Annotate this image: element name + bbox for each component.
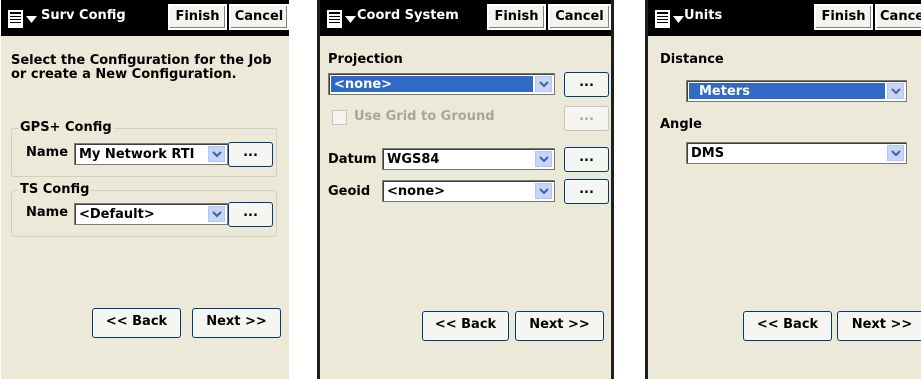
title-bar: Surv Config Finish Cancel xyxy=(1,0,289,36)
gps-config-more-button[interactable]: ... xyxy=(228,142,273,167)
page-title: Coord System xyxy=(357,8,459,23)
select-value: DMS xyxy=(691,146,725,161)
chevron-down-icon xyxy=(212,151,222,158)
page-content: Select the Configuration for the Job or … xyxy=(1,38,289,379)
datum-label: Datum xyxy=(328,152,377,167)
title-bar: Coord System Finish Cancel xyxy=(320,0,611,36)
cancel-button[interactable]: Cancel xyxy=(229,4,289,30)
select-value: <none> xyxy=(387,184,446,199)
group-label: TS Config xyxy=(18,182,92,197)
dropdown-arrow[interactable] xyxy=(887,83,904,99)
surv-config-screen: Surv Config Finish Cancel Select the Con… xyxy=(1,0,289,379)
chevron-down-icon xyxy=(539,156,549,163)
name-label: Name xyxy=(26,145,69,160)
select-value: My Network RTI xyxy=(79,147,195,162)
datum-more-button[interactable]: ... xyxy=(564,147,609,172)
chevron-down-icon xyxy=(212,211,222,218)
page-content: Projection <none> ... Use Grid to Ground… xyxy=(320,38,611,379)
finish-button[interactable]: Finish xyxy=(814,4,873,30)
next-button[interactable]: Next >> xyxy=(515,311,604,341)
dropdown-arrow[interactable] xyxy=(535,183,552,199)
grid-to-ground-label: Use Grid to Ground xyxy=(354,109,495,124)
dropdown-arrow[interactable] xyxy=(535,151,552,167)
dropdown-arrow[interactable] xyxy=(208,146,225,162)
cancel-button[interactable]: Cance xyxy=(875,4,921,30)
distance-label: Distance xyxy=(660,52,724,67)
back-button[interactable]: << Back xyxy=(422,311,509,341)
angle-select[interactable]: DMS xyxy=(686,142,907,164)
back-button[interactable]: << Back xyxy=(92,308,181,338)
dropdown-arrow[interactable] xyxy=(535,76,552,92)
page-title: Surv Config xyxy=(41,8,126,23)
geoid-label: Geoid xyxy=(328,184,371,199)
gps-config-select[interactable]: My Network RTI xyxy=(74,143,228,165)
menu-icon xyxy=(8,10,37,28)
projection-label: Projection xyxy=(328,52,403,67)
start-menu-button[interactable] xyxy=(7,9,43,30)
projection-select[interactable]: <none> xyxy=(328,73,555,95)
grid-to-ground-checkbox[interactable] xyxy=(332,110,347,125)
finish-button[interactable]: Finish xyxy=(487,4,546,30)
grid-more-button[interactable]: ... xyxy=(564,106,609,131)
ts-config-more-button[interactable]: ... xyxy=(228,202,273,227)
datum-select[interactable]: WGS84 xyxy=(382,148,555,170)
select-value: WGS84 xyxy=(387,152,440,167)
back-button[interactable]: << Back xyxy=(743,311,832,341)
chevron-down-icon xyxy=(891,88,901,95)
next-button[interactable]: Next >> xyxy=(192,308,281,338)
name-label: Name xyxy=(26,205,69,220)
page-content: Distance Meters Angle DMS << Back Next >… xyxy=(648,38,921,379)
dropdown-arrow[interactable] xyxy=(208,206,225,222)
chevron-down-icon xyxy=(539,81,549,88)
finish-button[interactable]: Finish xyxy=(168,4,227,30)
geoid-select[interactable]: <none> xyxy=(382,180,555,202)
instructions-text: Select the Configuration for the Job or … xyxy=(11,53,272,82)
page-title: Units xyxy=(684,8,723,23)
next-button[interactable]: Next >> xyxy=(837,311,921,341)
geoid-more-button[interactable]: ... xyxy=(564,179,609,204)
ts-config-group: TS Config Name <Default> ... xyxy=(11,182,277,237)
cancel-button[interactable]: Cancel xyxy=(548,4,611,30)
title-bar: Units Finish Cance xyxy=(648,0,921,36)
group-label: GPS+ Config xyxy=(18,120,114,135)
units-screen: Units Finish Cance Distance Meters Angle… xyxy=(645,0,921,379)
select-value: <Default> xyxy=(79,207,155,222)
dropdown-arrow[interactable] xyxy=(887,145,904,161)
chevron-down-icon xyxy=(539,188,549,195)
gps-config-group: GPS+ Config Name My Network RTI ... xyxy=(11,120,277,177)
chevron-down-icon xyxy=(891,150,901,157)
projection-more-button[interactable]: ... xyxy=(564,72,609,97)
select-value: Meters xyxy=(689,83,885,99)
select-value: <none> xyxy=(331,76,533,92)
ts-config-select[interactable]: <Default> xyxy=(74,203,228,225)
angle-label: Angle xyxy=(660,117,702,132)
coord-system-screen: Coord System Finish Cancel Projection <n… xyxy=(317,0,614,379)
distance-select[interactable]: Meters xyxy=(686,80,907,102)
